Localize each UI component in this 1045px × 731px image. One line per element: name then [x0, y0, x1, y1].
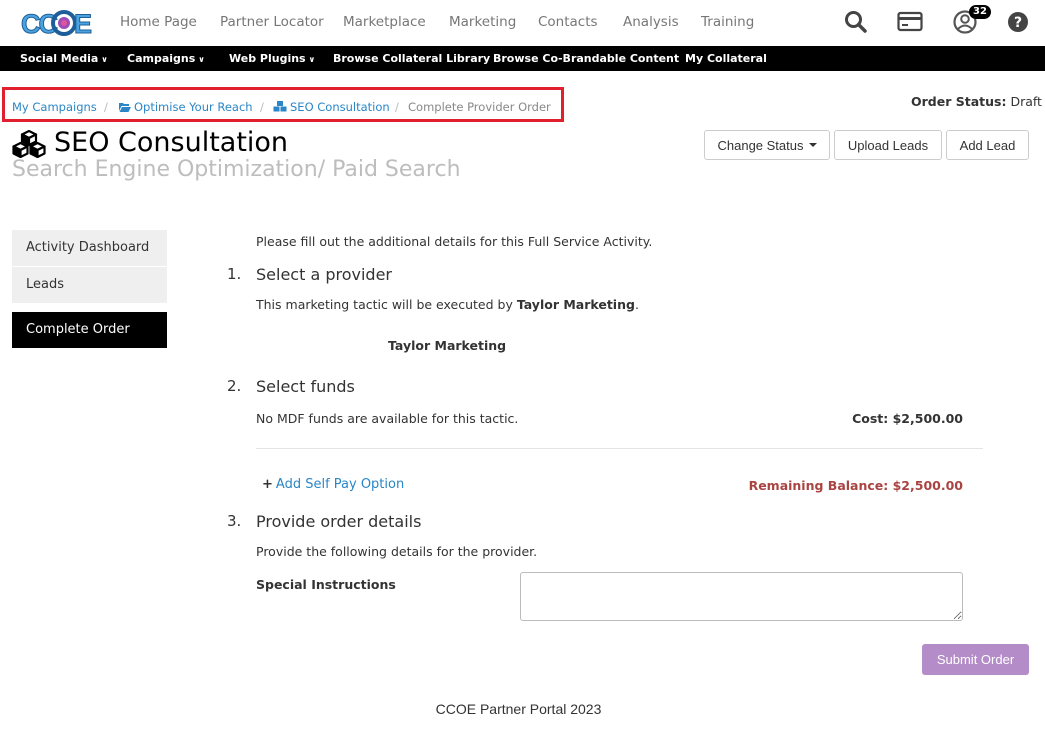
cubes-icon — [12, 130, 46, 158]
nav-home-page[interactable]: Home Page — [120, 14, 197, 30]
order-details-description: Provide the following details for the pr… — [256, 544, 538, 559]
footer-text: CCOE Partner Portal 2023 — [435, 701, 602, 717]
sidebar-item-complete-order[interactable]: Complete Order — [12, 312, 167, 348]
step-title-select-funds: Select funds — [256, 377, 355, 396]
breadcrumb-separator: / — [260, 100, 264, 114]
nav-marketing[interactable]: Marketing — [449, 14, 516, 30]
breadcrumb-current: Complete Provider Order — [408, 100, 551, 114]
intro-text: Please fill out the additional details f… — [256, 234, 653, 249]
chevron-down-icon: ∨ — [198, 55, 205, 64]
breadcrumb-optimise-your-reach[interactable]: Optimise Your Reach — [119, 100, 253, 114]
subnav-campaigns[interactable]: Campaigns ∨ — [127, 52, 205, 65]
no-funds-text: No MDF funds are available for this tact… — [256, 411, 519, 426]
upload-leads-button[interactable]: Upload Leads — [834, 130, 942, 160]
cost-value: Cost: $2,500.00 — [852, 411, 963, 426]
credit-card-icon[interactable] — [897, 9, 923, 35]
breadcrumb-seo-consultation[interactable]: SEO Consultation — [273, 100, 390, 114]
sidebar-item-leads[interactable]: Leads — [12, 267, 167, 303]
sidebar-item-activity-dashboard[interactable]: Activity Dashboard — [12, 230, 167, 266]
notification-badge: 32 — [969, 5, 991, 19]
add-self-pay-link[interactable]: + Add Self Pay Option — [262, 477, 404, 492]
step-title-order-details: Provide order details — [256, 512, 422, 531]
special-instructions-label: Special Instructions — [256, 577, 396, 592]
caret-down-icon — [808, 143, 817, 147]
step-number: 3. — [227, 512, 242, 530]
chevron-down-icon: ∨ — [101, 55, 108, 64]
nav-training[interactable]: Training — [701, 14, 754, 30]
provider-description: This marketing tactic will be executed b… — [256, 297, 639, 312]
nav-contacts[interactable]: Contacts — [538, 14, 598, 30]
step-number: 2. — [227, 377, 242, 395]
breadcrumb: My Campaigns / Optimise Your Reach / SEO… — [2, 87, 564, 122]
page-title: SEO Consultation — [54, 127, 289, 158]
plus-icon: + — [262, 477, 273, 492]
search-icon[interactable] — [843, 9, 869, 35]
subnav-my-collateral[interactable]: My Collateral — [685, 52, 767, 65]
order-status: Order Status: Draft — [911, 94, 1042, 109]
ccoe-logo[interactable]: CC E — [20, 6, 93, 40]
step-number: 1. — [227, 265, 242, 283]
subnav-social-media[interactable]: Social Media ∨ — [20, 52, 108, 65]
breadcrumb-my-campaigns[interactable]: My Campaigns — [12, 100, 97, 114]
subnav-browse-co-brandable-content[interactable]: Browse Co-Brandable Content — [493, 52, 679, 65]
nav-marketplace[interactable]: Marketplace — [343, 14, 426, 30]
nav-analysis[interactable]: Analysis — [623, 14, 679, 30]
subnav-web-plugins[interactable]: Web Plugins ∨ — [229, 52, 315, 65]
help-icon[interactable]: ? — [1005, 9, 1031, 35]
folder-open-icon — [119, 103, 131, 112]
special-instructions-input[interactable] — [520, 572, 963, 621]
chevron-down-icon: ∨ — [308, 55, 316, 64]
breadcrumb-separator: / — [395, 100, 399, 114]
provider-card[interactable]: Taylor Marketing — [388, 338, 506, 353]
page-subtitle: Search Engine Optimization/ Paid Search — [12, 157, 461, 182]
remaining-balance: Remaining Balance: $2,500.00 — [748, 478, 963, 493]
breadcrumb-separator: / — [104, 100, 108, 114]
submit-order-button[interactable]: Submit Order — [922, 644, 1029, 675]
cubes-icon — [273, 101, 287, 112]
order-status-value: Draft — [1010, 94, 1042, 109]
subnav-browse-collateral-library[interactable]: Browse Collateral Library — [333, 52, 490, 65]
secondary-navbar: Social Media ∨ Campaigns ∨ Web Plugins ∨ Br… — [0, 46, 1045, 71]
svg-text:E: E — [74, 9, 92, 39]
nav-partner-locator[interactable]: Partner Locator — [220, 14, 324, 30]
svg-text:?: ? — [1014, 15, 1022, 31]
divider — [256, 448, 983, 449]
top-navbar: CC E Home Page Partner Locator Marketpla… — [0, 0, 1045, 46]
add-lead-button[interactable]: Add Lead — [946, 130, 1029, 160]
change-status-button[interactable]: Change Status — [704, 130, 830, 160]
step-title-select-provider: Select a provider — [256, 265, 392, 284]
